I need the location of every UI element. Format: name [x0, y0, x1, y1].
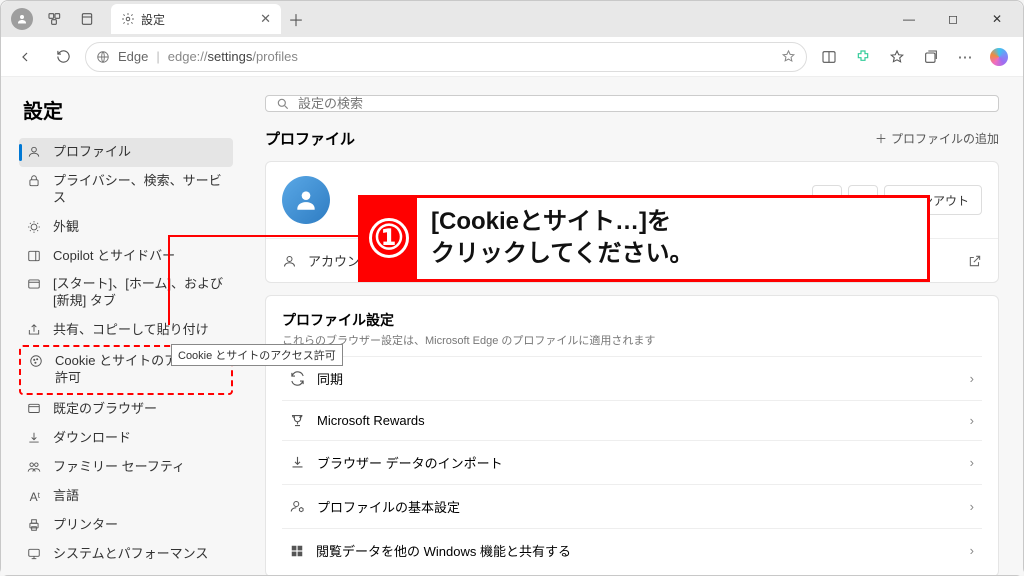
profile-settings-desc: これらのブラウザー設定は、Microsoft Edge のプロファイルに適用され…: [282, 332, 982, 348]
import-icon: [290, 455, 305, 470]
appearance-icon: [27, 220, 43, 234]
workspaces-icon[interactable]: [39, 5, 71, 33]
sync-icon: [290, 371, 305, 386]
profile-avatar: [282, 176, 330, 224]
back-button[interactable]: [9, 41, 41, 73]
annotation-line-horizontal: [168, 235, 360, 237]
sidebar-item-family[interactable]: ファミリー セーフティ: [19, 453, 233, 482]
system-icon: [27, 547, 43, 561]
external-link-icon: [968, 254, 982, 268]
browser-window: 設定 ✕ ＋ ― ◻ ✕ Edge | edge://settings/prof…: [0, 0, 1024, 576]
tab-icon: [27, 277, 43, 291]
minimize-button[interactable]: ―: [887, 4, 931, 34]
chevron-right-icon: ›: [970, 499, 974, 514]
chevron-right-icon: ›: [970, 371, 974, 386]
url-separator: |: [156, 49, 159, 64]
printer-icon: [27, 518, 43, 532]
add-profile-button[interactable]: ＋プロファイルの追加: [875, 130, 999, 147]
profile-settings-card: プロファイル設定 これらのブラウザー設定は、Microsoft Edge のプロ…: [265, 295, 999, 575]
setting-row-rewards[interactable]: Microsoft Rewards›: [282, 400, 982, 440]
chevron-right-icon: ›: [970, 543, 974, 558]
profile-section-header: プロファイル ＋プロファイルの追加: [265, 128, 999, 149]
sidebar-item-languages[interactable]: Aᵗ言語: [19, 482, 233, 512]
more-icon[interactable]: ⋯: [949, 41, 981, 73]
new-tab-button[interactable]: ＋: [281, 7, 311, 31]
person-icon: [282, 254, 298, 269]
address-bar[interactable]: Edge | edge://settings/profiles: [85, 42, 807, 72]
settings-search-input[interactable]: [298, 96, 988, 111]
tab-actions-icon[interactable]: [71, 5, 103, 33]
plus-icon: ＋: [875, 130, 887, 147]
close-window-button[interactable]: ✕: [975, 4, 1019, 34]
setting-row-import[interactable]: ブラウザー データのインポート›: [282, 440, 982, 484]
language-icon: Aᵗ: [27, 489, 43, 506]
sidebar-item-copilot-sidebar[interactable]: Copilot とサイドバー: [19, 242, 233, 271]
instruction-callout: ① [Cookieとサイト…]を クリックしてください。: [358, 195, 930, 282]
annotation-line-vertical: [168, 235, 170, 325]
search-icon: [276, 97, 290, 111]
sidebar-item-profiles[interactable]: プロファイル: [19, 138, 233, 167]
extensions-icon[interactable]: [847, 41, 879, 73]
sidebar-item-default-browser[interactable]: 既定のブラウザー: [19, 395, 233, 424]
sidebar-heading: 設定: [19, 95, 233, 124]
favorites-icon[interactable]: [881, 41, 913, 73]
cookie-icon: [29, 354, 45, 368]
url-brand: Edge: [118, 49, 148, 64]
settings-search[interactable]: [265, 95, 999, 112]
sidebar-item-privacy[interactable]: プライバシー、検索、サービス: [19, 167, 233, 213]
maximize-button[interactable]: ◻: [931, 4, 975, 34]
settings-sidebar: 設定 プロファイル プライバシー、検索、サービス 外観 Copilot とサイド…: [1, 77, 241, 575]
tooltip-cookies: Cookie とサイトのアクセス許可: [171, 344, 343, 366]
chevron-right-icon: ›: [970, 455, 974, 470]
profile-avatar-button[interactable]: [11, 8, 33, 30]
sidebar-item-reset[interactable]: 設定のリセット: [19, 569, 233, 575]
url-path: edge://settings/profiles: [168, 49, 773, 64]
sidebar-item-start-home-newtab[interactable]: [スタート]、[ホーム]、および [新規] タブ: [19, 270, 233, 316]
profile-settings-title: プロファイル設定: [282, 310, 982, 330]
instruction-number: ①: [369, 218, 409, 258]
sidebar-item-appearance[interactable]: 外観: [19, 213, 233, 242]
sidebar-icon: [27, 249, 43, 263]
sidebar-item-printers[interactable]: プリンター: [19, 511, 233, 540]
settings-main: プロファイル ＋プロファイルの追加 ⋯ サインアウト: [241, 77, 1023, 575]
favorite-icon[interactable]: [781, 49, 796, 64]
profile-heading: プロファイル: [265, 128, 355, 149]
person-gear-icon: [290, 499, 305, 514]
edge-logo-icon: [96, 50, 110, 64]
browser-tab-settings[interactable]: 設定 ✕: [111, 4, 281, 34]
instruction-text: [Cookieとサイト…]を クリックしてください。: [417, 198, 708, 279]
collections-icon[interactable]: [915, 41, 947, 73]
gear-icon: [121, 12, 135, 26]
lock-icon: [27, 174, 43, 188]
profile-nav-icon: [27, 145, 43, 159]
window-controls: ― ◻ ✕: [887, 4, 1019, 34]
address-bar-row: Edge | edge://settings/profiles ⋯: [1, 37, 1023, 77]
setting-row-sync[interactable]: 同期›: [282, 356, 982, 400]
close-tab-icon[interactable]: ✕: [260, 11, 271, 27]
copilot-icon[interactable]: [983, 41, 1015, 73]
download-icon: [27, 431, 43, 445]
tab-title: 設定: [141, 11, 165, 28]
family-icon: [27, 460, 43, 474]
windows-icon: [290, 544, 304, 558]
refresh-button[interactable]: [47, 41, 79, 73]
settings-content: 設定 プロファイル プライバシー、検索、サービス 外観 Copilot とサイド…: [1, 77, 1023, 575]
sidebar-item-downloads[interactable]: ダウンロード: [19, 424, 233, 453]
chevron-right-icon: ›: [970, 413, 974, 428]
share-icon: [27, 323, 43, 337]
setting-row-windows-share[interactable]: 閲覧データを他の Windows 機能と共有する›: [282, 528, 982, 572]
sidebar-item-system[interactable]: システムとパフォーマンス: [19, 540, 233, 569]
trophy-icon: [290, 413, 305, 428]
titlebar: 設定 ✕ ＋ ― ◻ ✕: [1, 1, 1023, 37]
browser-icon: [27, 402, 43, 416]
split-screen-icon[interactable]: [813, 41, 845, 73]
setting-row-basic[interactable]: プロファイルの基本設定›: [282, 484, 982, 528]
sidebar-item-share[interactable]: 共有、コピーして貼り付け: [19, 316, 233, 345]
